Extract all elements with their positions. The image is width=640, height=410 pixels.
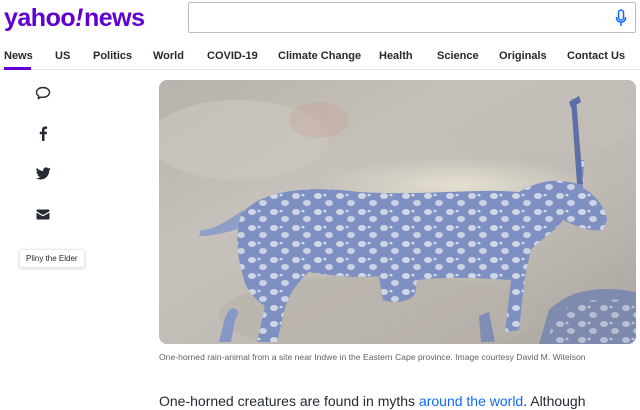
logo-bang-text: ! bbox=[75, 3, 83, 32]
nav-item-climate-change[interactable]: Climate Change bbox=[278, 50, 361, 62]
author-tooltip: Pliny the Elder bbox=[19, 249, 85, 268]
microphone-icon[interactable] bbox=[615, 9, 627, 27]
main-nav: News US Politics World COVID-19 Climate … bbox=[0, 38, 640, 70]
search-input[interactable] bbox=[197, 7, 607, 29]
email-share-button[interactable] bbox=[34, 205, 52, 223]
nav-item-world[interactable]: World bbox=[153, 50, 184, 62]
search-box[interactable] bbox=[188, 2, 636, 33]
mail-icon bbox=[36, 209, 50, 219]
nav-item-politics[interactable]: Politics bbox=[93, 50, 132, 62]
rock-painting-image bbox=[159, 80, 636, 344]
twitter-share-button[interactable] bbox=[34, 164, 52, 182]
nav-item-us[interactable]: US bbox=[55, 50, 70, 62]
body-text-end: . Although bbox=[523, 393, 586, 409]
logo-yahoo-text: yahoo bbox=[4, 3, 76, 32]
around-the-world-link[interactable]: around the world bbox=[419, 393, 523, 409]
body-text-start: One-horned creatures are found in myths bbox=[159, 393, 419, 409]
twitter-icon bbox=[35, 166, 51, 179]
image-caption: One-horned rain-animal from a site near … bbox=[159, 352, 586, 362]
nav-item-news[interactable]: News bbox=[4, 50, 33, 62]
nav-item-health[interactable]: Health bbox=[379, 50, 413, 62]
comment-button[interactable] bbox=[34, 84, 52, 102]
article-hero-image bbox=[159, 80, 636, 344]
nav-item-science[interactable]: Science bbox=[437, 50, 479, 62]
yahoo-news-logo[interactable]: yahoo! news bbox=[4, 1, 145, 35]
nav-item-covid-19[interactable]: COVID-19 bbox=[207, 50, 258, 62]
logo-news-text: news bbox=[83, 3, 145, 32]
nav-item-originals[interactable]: Originals bbox=[499, 50, 547, 62]
facebook-share-button[interactable] bbox=[34, 124, 52, 142]
facebook-icon bbox=[39, 126, 48, 141]
comment-icon bbox=[35, 86, 51, 100]
article-body-paragraph: One-horned creatures are found in myths … bbox=[159, 393, 629, 409]
site-header: yahoo! news bbox=[0, 0, 640, 38]
nav-active-indicator bbox=[4, 67, 31, 70]
nav-item-contact-us[interactable]: Contact Us bbox=[567, 50, 625, 62]
